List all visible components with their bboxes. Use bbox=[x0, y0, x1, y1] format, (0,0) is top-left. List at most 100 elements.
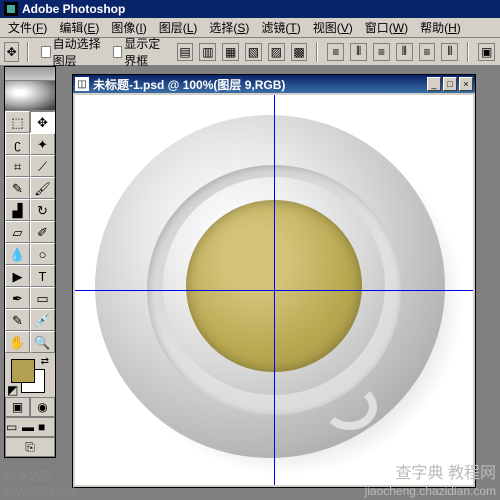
watermark-text: www.jb51.net bbox=[4, 484, 75, 498]
jump-section: ⎘ bbox=[5, 437, 55, 457]
hand-tool[interactable]: ✋ bbox=[5, 331, 30, 353]
pencil-tool[interactable]: ✐ bbox=[30, 221, 55, 243]
blur-tool[interactable]: 💧 bbox=[5, 243, 30, 265]
shape-tool[interactable]: ▭ bbox=[30, 287, 55, 309]
stamp-tool[interactable]: ▟ bbox=[5, 199, 30, 221]
align-button[interactable]: ▥ bbox=[199, 43, 216, 61]
watermark-right: 查字典 教程网 jiaocheng.chazidian.com bbox=[365, 464, 496, 498]
distribute-button[interactable]: ⫴ bbox=[441, 43, 458, 61]
watermark-text: 脚本之家 bbox=[4, 469, 75, 483]
jump-to-button[interactable]: ⎘ bbox=[5, 437, 55, 457]
wand-tool[interactable]: ✦ bbox=[30, 133, 55, 155]
align-button[interactable]: ▩ bbox=[291, 43, 308, 61]
airbrush-tool[interactable]: ✎ bbox=[5, 177, 30, 199]
toolbox-header[interactable] bbox=[5, 67, 55, 81]
wand-icon: ✦ bbox=[37, 138, 48, 151]
document-title: 未标题-1.psd @ 100%(图层 9,RGB) bbox=[93, 76, 427, 93]
palette-well-icon[interactable]: ▣ bbox=[478, 43, 495, 61]
menu-w[interactable]: 窗口(W) bbox=[359, 17, 414, 38]
separator bbox=[316, 42, 318, 62]
watermark-text: jiaocheng.chazidian.com bbox=[365, 484, 496, 498]
notes-tool[interactable]: ✎ bbox=[5, 309, 30, 331]
watermark-text: 查字典 教程网 bbox=[365, 464, 496, 483]
standard-mode-button[interactable]: ▣ bbox=[5, 397, 30, 417]
distribute-button[interactable]: ≡ bbox=[373, 43, 390, 61]
menu-h[interactable]: 帮助(H) bbox=[414, 17, 467, 38]
notes-icon: ✎ bbox=[12, 314, 23, 327]
type-tool[interactable]: T bbox=[30, 265, 55, 287]
zoom-icon: 🔍 bbox=[34, 336, 50, 349]
foreground-color-swatch[interactable] bbox=[11, 359, 35, 383]
separator bbox=[27, 42, 29, 62]
shape-icon: ▭ bbox=[36, 292, 48, 305]
brush-tool[interactable]: 🖌 bbox=[30, 177, 55, 199]
history-brush-tool[interactable]: ↻ bbox=[30, 199, 55, 221]
auto-select-layer-option[interactable]: 自动选择图层 bbox=[41, 35, 105, 69]
watermark-left: 脚本之家 www.jb51.net bbox=[4, 469, 75, 498]
color-picker-section: ⇄ ◩ bbox=[5, 353, 55, 397]
minimize-button[interactable]: _ bbox=[427, 77, 441, 91]
eraser-tool[interactable]: ▱ bbox=[5, 221, 30, 243]
move-icon: ✥ bbox=[37, 116, 48, 129]
close-button[interactable]: × bbox=[459, 77, 473, 91]
workspace: ⬚ ✥ ʗ ✦ ⌗ ⟋ ✎ 🖌 ▟ ↻ ▱✐ 💧 ○ ▶ T ✒ ▭ ✎ 💉 ✋ 🔍 ⇄ ◩ ▣ ◉ ▭ ▬ ■ ⎘ ◫… bbox=[0, 66, 500, 500]
crop-tool[interactable]: ⌗ bbox=[5, 155, 30, 177]
toolbox: ⬚ ✥ ʗ ✦ ⌗ ⟋ ✎ 🖌 ▟ ↻ ▱✐ 💧 ○ ▶ T ✒ ▭ ✎ 💉 ✋ 🔍 ⇄ ◩ ▣ ◉ ▭ ▬ ■ ⎘ bbox=[4, 66, 56, 458]
type-icon: T bbox=[39, 270, 47, 283]
path-select-icon: ▶ bbox=[13, 270, 23, 283]
menu-t[interactable]: 滤镜(T) bbox=[255, 17, 306, 38]
current-tool-icon: ✥ bbox=[4, 42, 19, 62]
swap-colors-icon[interactable]: ⇄ bbox=[41, 356, 49, 367]
distribute-button[interactable]: ≡ bbox=[419, 43, 436, 61]
blur-icon: 💧 bbox=[9, 248, 25, 261]
airbrush-icon: ✎ bbox=[12, 182, 23, 195]
move-tool[interactable]: ✥ bbox=[30, 111, 55, 133]
align-button[interactable]: ▤ bbox=[177, 43, 194, 61]
stamp-icon: ▟ bbox=[13, 204, 23, 217]
separator bbox=[467, 42, 469, 62]
checkbox-icon[interactable] bbox=[113, 46, 122, 58]
screen-full-icon[interactable]: ■ bbox=[38, 420, 54, 434]
eyedropper-tool[interactable]: 💉 bbox=[30, 309, 55, 331]
slice-icon: ⟋ bbox=[38, 160, 47, 173]
screen-full-menu-icon[interactable]: ▬ bbox=[22, 420, 38, 434]
document-titlebar[interactable]: ◫ 未标题-1.psd @ 100%(图层 9,RGB) _ □ × bbox=[73, 75, 475, 93]
distribute-button[interactable]: ≡ bbox=[327, 43, 344, 61]
auto-select-label: 自动选择图层 bbox=[53, 35, 105, 69]
maximize-button[interactable]: □ bbox=[443, 77, 457, 91]
quickmask-mode-button[interactable]: ◉ bbox=[30, 397, 55, 417]
canvas[interactable] bbox=[75, 95, 473, 485]
menu-s[interactable]: 选择(S) bbox=[203, 17, 255, 38]
menu-v[interactable]: 视图(V) bbox=[307, 17, 359, 38]
screen-standard-icon[interactable]: ▭ bbox=[6, 420, 22, 434]
marquee-tool[interactable]: ⬚ bbox=[5, 111, 30, 133]
window-buttons: _ □ × bbox=[427, 77, 473, 91]
marquee-icon: ⬚ bbox=[11, 116, 23, 129]
crop-icon: ⌗ bbox=[14, 160, 21, 173]
document-icon: ◫ bbox=[75, 77, 89, 91]
dodge-tool[interactable]: ○ bbox=[30, 243, 55, 265]
align-button[interactable]: ▨ bbox=[268, 43, 285, 61]
default-colors-icon[interactable]: ◩ bbox=[7, 383, 19, 395]
pen-tool[interactable]: ✒ bbox=[5, 287, 30, 309]
lasso-tool[interactable]: ʗ bbox=[5, 133, 30, 155]
app-title: Adobe Photoshop bbox=[22, 2, 125, 16]
checkbox-icon[interactable] bbox=[41, 46, 50, 58]
screen-mode-section: ▭ ▬ ■ bbox=[5, 417, 55, 437]
show-bounding-box-option[interactable]: 显示定界框 bbox=[113, 35, 168, 69]
app-titlebar: Adobe Photoshop bbox=[0, 0, 500, 18]
zoom-tool[interactable]: 🔍 bbox=[30, 331, 55, 353]
align-button[interactable]: ▧ bbox=[245, 43, 262, 61]
mode-section: ▣ ◉ bbox=[5, 397, 55, 417]
tool-grid: ⬚ ✥ ʗ ✦ ⌗ ⟋ ✎ 🖌 ▟ ↻ ▱✐ 💧 ○ ▶ T ✒ ▭ ✎ 💉 ✋ 🔍 bbox=[5, 111, 55, 353]
align-button[interactable]: ▦ bbox=[222, 43, 239, 61]
hand-icon: ✋ bbox=[9, 336, 25, 349]
distribute-button[interactable]: ⫴ bbox=[396, 43, 413, 61]
horizontal-guide[interactable] bbox=[75, 290, 473, 291]
slice-tool[interactable]: ⟋ bbox=[30, 155, 55, 177]
screen-mode-button[interactable]: ▭ ▬ ■ bbox=[5, 417, 55, 437]
distribute-button[interactable]: ⫴ bbox=[350, 43, 367, 61]
history-brush-icon: ↻ bbox=[37, 204, 48, 217]
eyedropper-icon: 💉 bbox=[34, 314, 50, 327]
path-select-tool[interactable]: ▶ bbox=[5, 265, 30, 287]
